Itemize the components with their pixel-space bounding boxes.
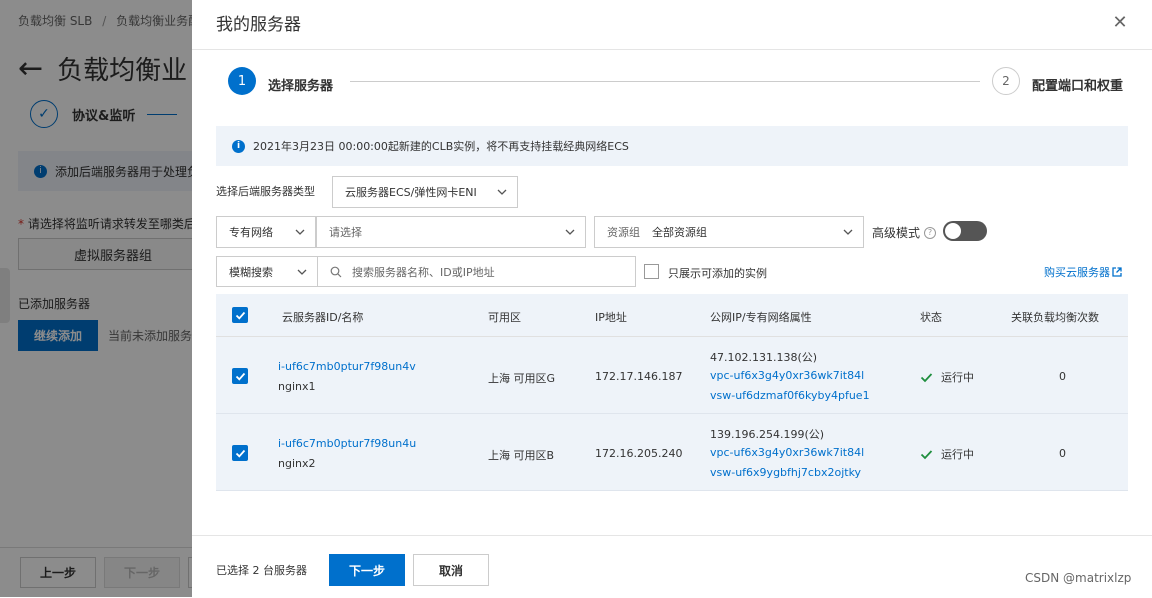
wizard-steps: 1 选择服务器 2 配置端口和权重 xyxy=(228,67,1152,99)
resource-group-select[interactable]: 资源组 全部资源组 xyxy=(594,216,864,248)
instance-id-link[interactable]: i-uf6c7mb0ptur7f98un4v xyxy=(278,360,416,373)
vswitch-link[interactable]: vsw-uf6x9ygbfhj7cbx2ojtky xyxy=(710,466,861,479)
cancel-button[interactable]: 取消 xyxy=(413,554,489,586)
search-mode-select[interactable]: 模糊搜索 xyxy=(216,256,318,287)
close-icon[interactable]: ✕ xyxy=(1110,12,1130,33)
chevron-down-icon xyxy=(497,189,507,195)
check-icon xyxy=(920,372,933,382)
server-type-label: 选择后端服务器类型 xyxy=(216,185,315,198)
check-icon xyxy=(235,449,245,458)
zone-cell: 上海 可用区B xyxy=(488,449,555,462)
check-icon xyxy=(235,311,245,320)
column-header: IP地址 xyxy=(595,311,627,324)
column-header: 关联负载均衡次数 xyxy=(1011,311,1099,324)
row-checkbox[interactable] xyxy=(232,368,248,384)
step-connector xyxy=(350,81,980,82)
buy-server-link[interactable]: 购买云服务器 xyxy=(1044,264,1122,280)
resource-group-label: 资源组 xyxy=(607,226,640,239)
step-2-label: 配置端口和权重 xyxy=(1032,79,1124,94)
ip-cell: 172.16.205.240 xyxy=(595,447,683,460)
notice-text: 2021年3月23日 00:00:00起新建的CLB实例，将不再支持挂载经典网络… xyxy=(253,140,629,153)
search-input[interactable]: 搜索服务器名称、ID或IP地址 xyxy=(317,256,636,287)
only-addable-checkbox[interactable] xyxy=(644,264,659,279)
resource-group-value: 全部资源组 xyxy=(652,226,707,239)
public-ip: 139.196.254.199(公) xyxy=(710,428,825,441)
vpc-select[interactable]: 请选择 xyxy=(316,216,586,248)
slb-count: 0 xyxy=(1059,370,1066,383)
check-icon xyxy=(920,449,933,459)
chevron-down-icon xyxy=(295,229,305,235)
chevron-down-icon xyxy=(297,269,307,275)
step-2-number: 2 xyxy=(992,67,1020,95)
info-notice: i 2021年3月23日 00:00:00起新建的CLB实例，将不再支持挂载经典… xyxy=(216,126,1128,166)
status-badge: 运行中 xyxy=(920,446,974,462)
server-drawer: 我的服务器 ✕ 1 选择服务器 2 配置端口和权重 i 2021年3月23日 0… xyxy=(192,0,1152,597)
instance-id-link[interactable]: i-uf6c7mb0ptur7f98un4u xyxy=(278,437,416,450)
drawer-header: 我的服务器 ✕ xyxy=(192,0,1152,50)
network-type-select[interactable]: 专有网络 xyxy=(216,216,316,248)
step-1-number: 1 xyxy=(228,67,256,95)
zone-cell: 上海 可用区G xyxy=(488,372,556,385)
selected-count: 已选择 2 台服务器 xyxy=(216,564,307,577)
column-header: 可用区 xyxy=(488,311,521,324)
server-type-select[interactable]: 云服务器ECS/弹性网卡ENI xyxy=(332,176,518,208)
search-mode-value: 模糊搜索 xyxy=(229,265,273,279)
status-badge: 运行中 xyxy=(920,369,974,385)
chevron-down-icon xyxy=(565,229,575,235)
check-icon xyxy=(235,372,245,381)
table-row[interactable]: i-uf6c7mb0ptur7f98un4u nginx2 上海 可用区B 17… xyxy=(216,414,1128,491)
modal-overlay[interactable] xyxy=(0,0,192,597)
network-type-value: 专有网络 xyxy=(229,226,273,239)
column-header: 公网IP/专有网络属性 xyxy=(710,311,812,324)
server-type-value: 云服务器ECS/弹性网卡ENI xyxy=(345,186,477,199)
help-icon[interactable]: ? xyxy=(924,226,937,239)
toggle-knob xyxy=(945,223,961,239)
vpc-link[interactable]: vpc-uf6x3g4y0xr36wk7it84l xyxy=(710,446,864,459)
external-link-icon xyxy=(1112,267,1122,277)
column-header: 状态 xyxy=(920,311,942,324)
step-1-label: 选择服务器 xyxy=(268,79,334,94)
instance-name: nginx1 xyxy=(278,380,316,393)
server-table: 云服务器ID/名称 可用区 IP地址 公网IP/专有网络属性 状态 关联负载均衡… xyxy=(216,294,1128,491)
select-all-checkbox[interactable] xyxy=(232,307,248,323)
chevron-down-icon xyxy=(843,229,853,235)
vswitch-link[interactable]: vsw-uf6dzmaf0f6kyby4pfue1 xyxy=(710,389,870,402)
next-button[interactable]: 下一步 xyxy=(329,554,405,586)
table-row[interactable]: i-uf6c7mb0ptur7f98un4v nginx1 上海 可用区G 17… xyxy=(216,337,1128,414)
vpc-link[interactable]: vpc-uf6x3g4y0xr36wk7it84l xyxy=(710,369,864,382)
drawer-footer: 已选择 2 台服务器 下一步 取消 xyxy=(192,535,1152,597)
drawer-title: 我的服务器 xyxy=(216,15,301,35)
column-header[interactable]: 云服务器ID/名称 xyxy=(282,309,363,325)
ip-cell: 172.17.146.187 xyxy=(595,370,683,383)
public-ip: 47.102.131.138(公) xyxy=(710,351,818,364)
only-addable-label[interactable]: 只展示可添加的实例 xyxy=(668,265,767,281)
slb-count: 0 xyxy=(1059,447,1066,460)
vpc-placeholder: 请选择 xyxy=(329,226,362,239)
advanced-mode-toggle[interactable] xyxy=(943,221,987,241)
row-checkbox[interactable] xyxy=(232,445,248,461)
advanced-mode-label: 高级模式 ? xyxy=(872,224,937,241)
watermark: CSDN @matrixlzp xyxy=(1025,571,1132,585)
table-header: 云服务器ID/名称 可用区 IP地址 公网IP/专有网络属性 状态 关联负载均衡… xyxy=(216,294,1128,337)
search-placeholder: 搜索服务器名称、ID或IP地址 xyxy=(352,265,495,279)
instance-name: nginx2 xyxy=(278,457,316,470)
search-icon xyxy=(330,266,342,277)
info-icon: i xyxy=(232,139,245,153)
